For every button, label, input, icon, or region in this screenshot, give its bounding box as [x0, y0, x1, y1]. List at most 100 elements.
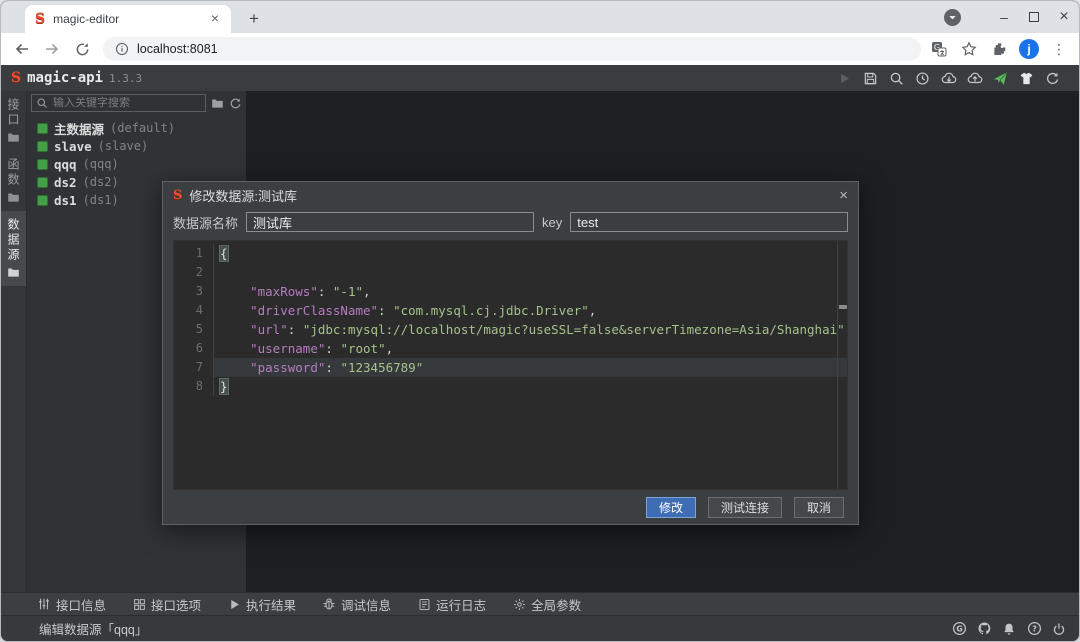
editor-line: 4 "driverClassName": "com.mysql.cj.jdbc.…: [174, 301, 847, 320]
addressbar-right-icons: G j ⋮: [929, 39, 1069, 59]
magic-api-app: S magic-api 1.3.3 接口函数数据源: [1, 65, 1079, 641]
editor-line: 2: [174, 263, 847, 282]
test-connection-button[interactable]: 测试连接: [708, 497, 782, 518]
github-icon[interactable]: [976, 621, 992, 637]
datasource-name-input[interactable]: [246, 212, 534, 232]
magic-api-logo-icon: S: [173, 189, 182, 202]
line-code: [214, 263, 847, 282]
maximize-button[interactable]: [1019, 1, 1049, 33]
modify-button[interactable]: 修改: [646, 497, 696, 518]
status-bar: 编辑数据源「qqq」 G?: [1, 615, 1079, 641]
tree-search-row: [27, 91, 246, 113]
bottom-tab[interactable]: 接口选项: [132, 595, 201, 614]
info-icon[interactable]: [115, 42, 129, 56]
refresh-icon[interactable]: [229, 97, 242, 110]
chrome-update-icon[interactable]: [944, 9, 961, 26]
line-number: 1: [174, 244, 214, 263]
sidebar-tab-api[interactable]: 接口: [1, 91, 26, 151]
gitee-icon[interactable]: G: [951, 621, 967, 637]
editor-line: 8}: [174, 377, 847, 396]
tab-title: magic-editor: [53, 12, 207, 26]
save-icon[interactable]: [862, 70, 879, 87]
folder-icon[interactable]: [211, 97, 224, 110]
bottom-tab-bar: 接口信息 接口选项 执行结果 调试信息 运行日志 全局参数: [1, 592, 1079, 615]
browser-titlebar: S magic-editor × + – ×: [1, 1, 1079, 33]
menu-kebab-icon[interactable]: ⋮: [1049, 39, 1069, 59]
profile-avatar[interactable]: j: [1019, 39, 1039, 59]
datasource-key: (default): [110, 121, 175, 135]
help-icon[interactable]: ?: [1026, 621, 1042, 637]
datasource-icon: [37, 159, 48, 170]
datasource-key: (qqq): [83, 157, 119, 171]
send-icon[interactable]: [992, 70, 1009, 87]
cloud-download-icon[interactable]: [940, 70, 957, 87]
status-text: 编辑数据源「qqq」: [39, 619, 147, 638]
line-code: }: [214, 377, 847, 396]
scrollbar-thumb[interactable]: [839, 305, 847, 309]
json-code-editor[interactable]: 1{23 "maxRows": "-1",4 "driverClassName"…: [173, 240, 848, 490]
datasource-tree-item[interactable]: slave(slave): [37, 137, 246, 155]
extensions-icon[interactable]: [989, 39, 1009, 59]
bottom-tab-label: 调试信息: [341, 595, 391, 614]
address-url-field[interactable]: localhost:8081: [103, 37, 921, 61]
bookmark-star-icon[interactable]: [959, 39, 979, 59]
bottom-tab[interactable]: 执行结果: [227, 595, 296, 614]
window-controls: – ×: [944, 1, 1079, 33]
app-body: 接口函数数据源 主数据源(default: [1, 91, 1079, 592]
refresh-icon[interactable]: [1044, 70, 1061, 87]
line-code: "driverClassName": "com.mysql.cj.jdbc.Dr…: [214, 301, 847, 320]
editor-scrollbar[interactable]: [837, 241, 847, 489]
bottom-tab-label: 接口信息: [56, 595, 106, 614]
dialog-close-icon[interactable]: ×: [839, 188, 848, 203]
grid-icon: [132, 597, 146, 611]
bottom-tab-label: 全局参数: [531, 595, 581, 614]
search-icon[interactable]: [888, 70, 905, 87]
bottom-tab[interactable]: 全局参数: [512, 595, 581, 614]
tree-search-box[interactable]: [31, 94, 206, 112]
translate-icon[interactable]: G: [929, 39, 949, 59]
status-icons: G?: [951, 621, 1067, 637]
bottom-tab-label: 接口选项: [151, 595, 201, 614]
cancel-button[interactable]: 取消: [794, 497, 844, 518]
datasource-icon: [37, 177, 48, 188]
history-icon[interactable]: [914, 70, 931, 87]
gear-icon: [512, 597, 526, 611]
reload-icon[interactable]: [71, 38, 93, 60]
back-icon[interactable]: [11, 38, 33, 60]
header-toolbar: [836, 70, 1069, 87]
play-icon[interactable]: [836, 70, 853, 87]
bottom-tab[interactable]: 调试信息: [322, 595, 391, 614]
bottom-tab[interactable]: 接口信息: [37, 595, 106, 614]
folder-icon: [7, 191, 21, 205]
line-number: 7: [174, 358, 214, 377]
theme-shirt-icon[interactable]: [1018, 70, 1035, 87]
datasource-tree-item[interactable]: qqq(qqq): [37, 155, 246, 173]
key-field-label: key: [542, 215, 562, 230]
datasource-key: (ds2): [83, 175, 119, 189]
line-code: {: [214, 244, 847, 263]
folder-icon: [7, 131, 21, 145]
browser-addressbar: localhost:8081 G j ⋮: [1, 33, 1079, 65]
editor-line: 7 "password": "123456789": [174, 358, 847, 377]
browser-tab[interactable]: S magic-editor ×: [25, 5, 231, 33]
close-window-button[interactable]: ×: [1049, 1, 1079, 33]
name-field-label: 数据源名称: [173, 213, 238, 232]
bottom-tab[interactable]: 运行日志: [417, 595, 486, 614]
tree-search-input[interactable]: [53, 97, 201, 109]
power-icon[interactable]: [1051, 621, 1067, 637]
forward-icon[interactable]: [41, 38, 63, 60]
line-number: 6: [174, 339, 214, 358]
dialog-titlebar: S 修改数据源:测试库 ×: [163, 182, 858, 208]
datasource-tree-item[interactable]: 主数据源(default): [37, 119, 246, 137]
editor-line: 6 "username": "root",: [174, 339, 847, 358]
sidebar-tab-function[interactable]: 函数: [1, 151, 26, 211]
datasource-name: slave: [54, 139, 92, 154]
sidebar-tab-datasource[interactable]: 数据源: [1, 211, 26, 286]
datasource-key-input[interactable]: [570, 212, 848, 232]
cloud-upload-icon[interactable]: [966, 70, 983, 87]
bell-icon[interactable]: [1001, 621, 1017, 637]
minimize-button[interactable]: –: [989, 1, 1019, 33]
url-text: localhost:8081: [137, 42, 218, 56]
tab-close-icon[interactable]: ×: [207, 11, 223, 27]
new-tab-button[interactable]: +: [243, 8, 265, 30]
